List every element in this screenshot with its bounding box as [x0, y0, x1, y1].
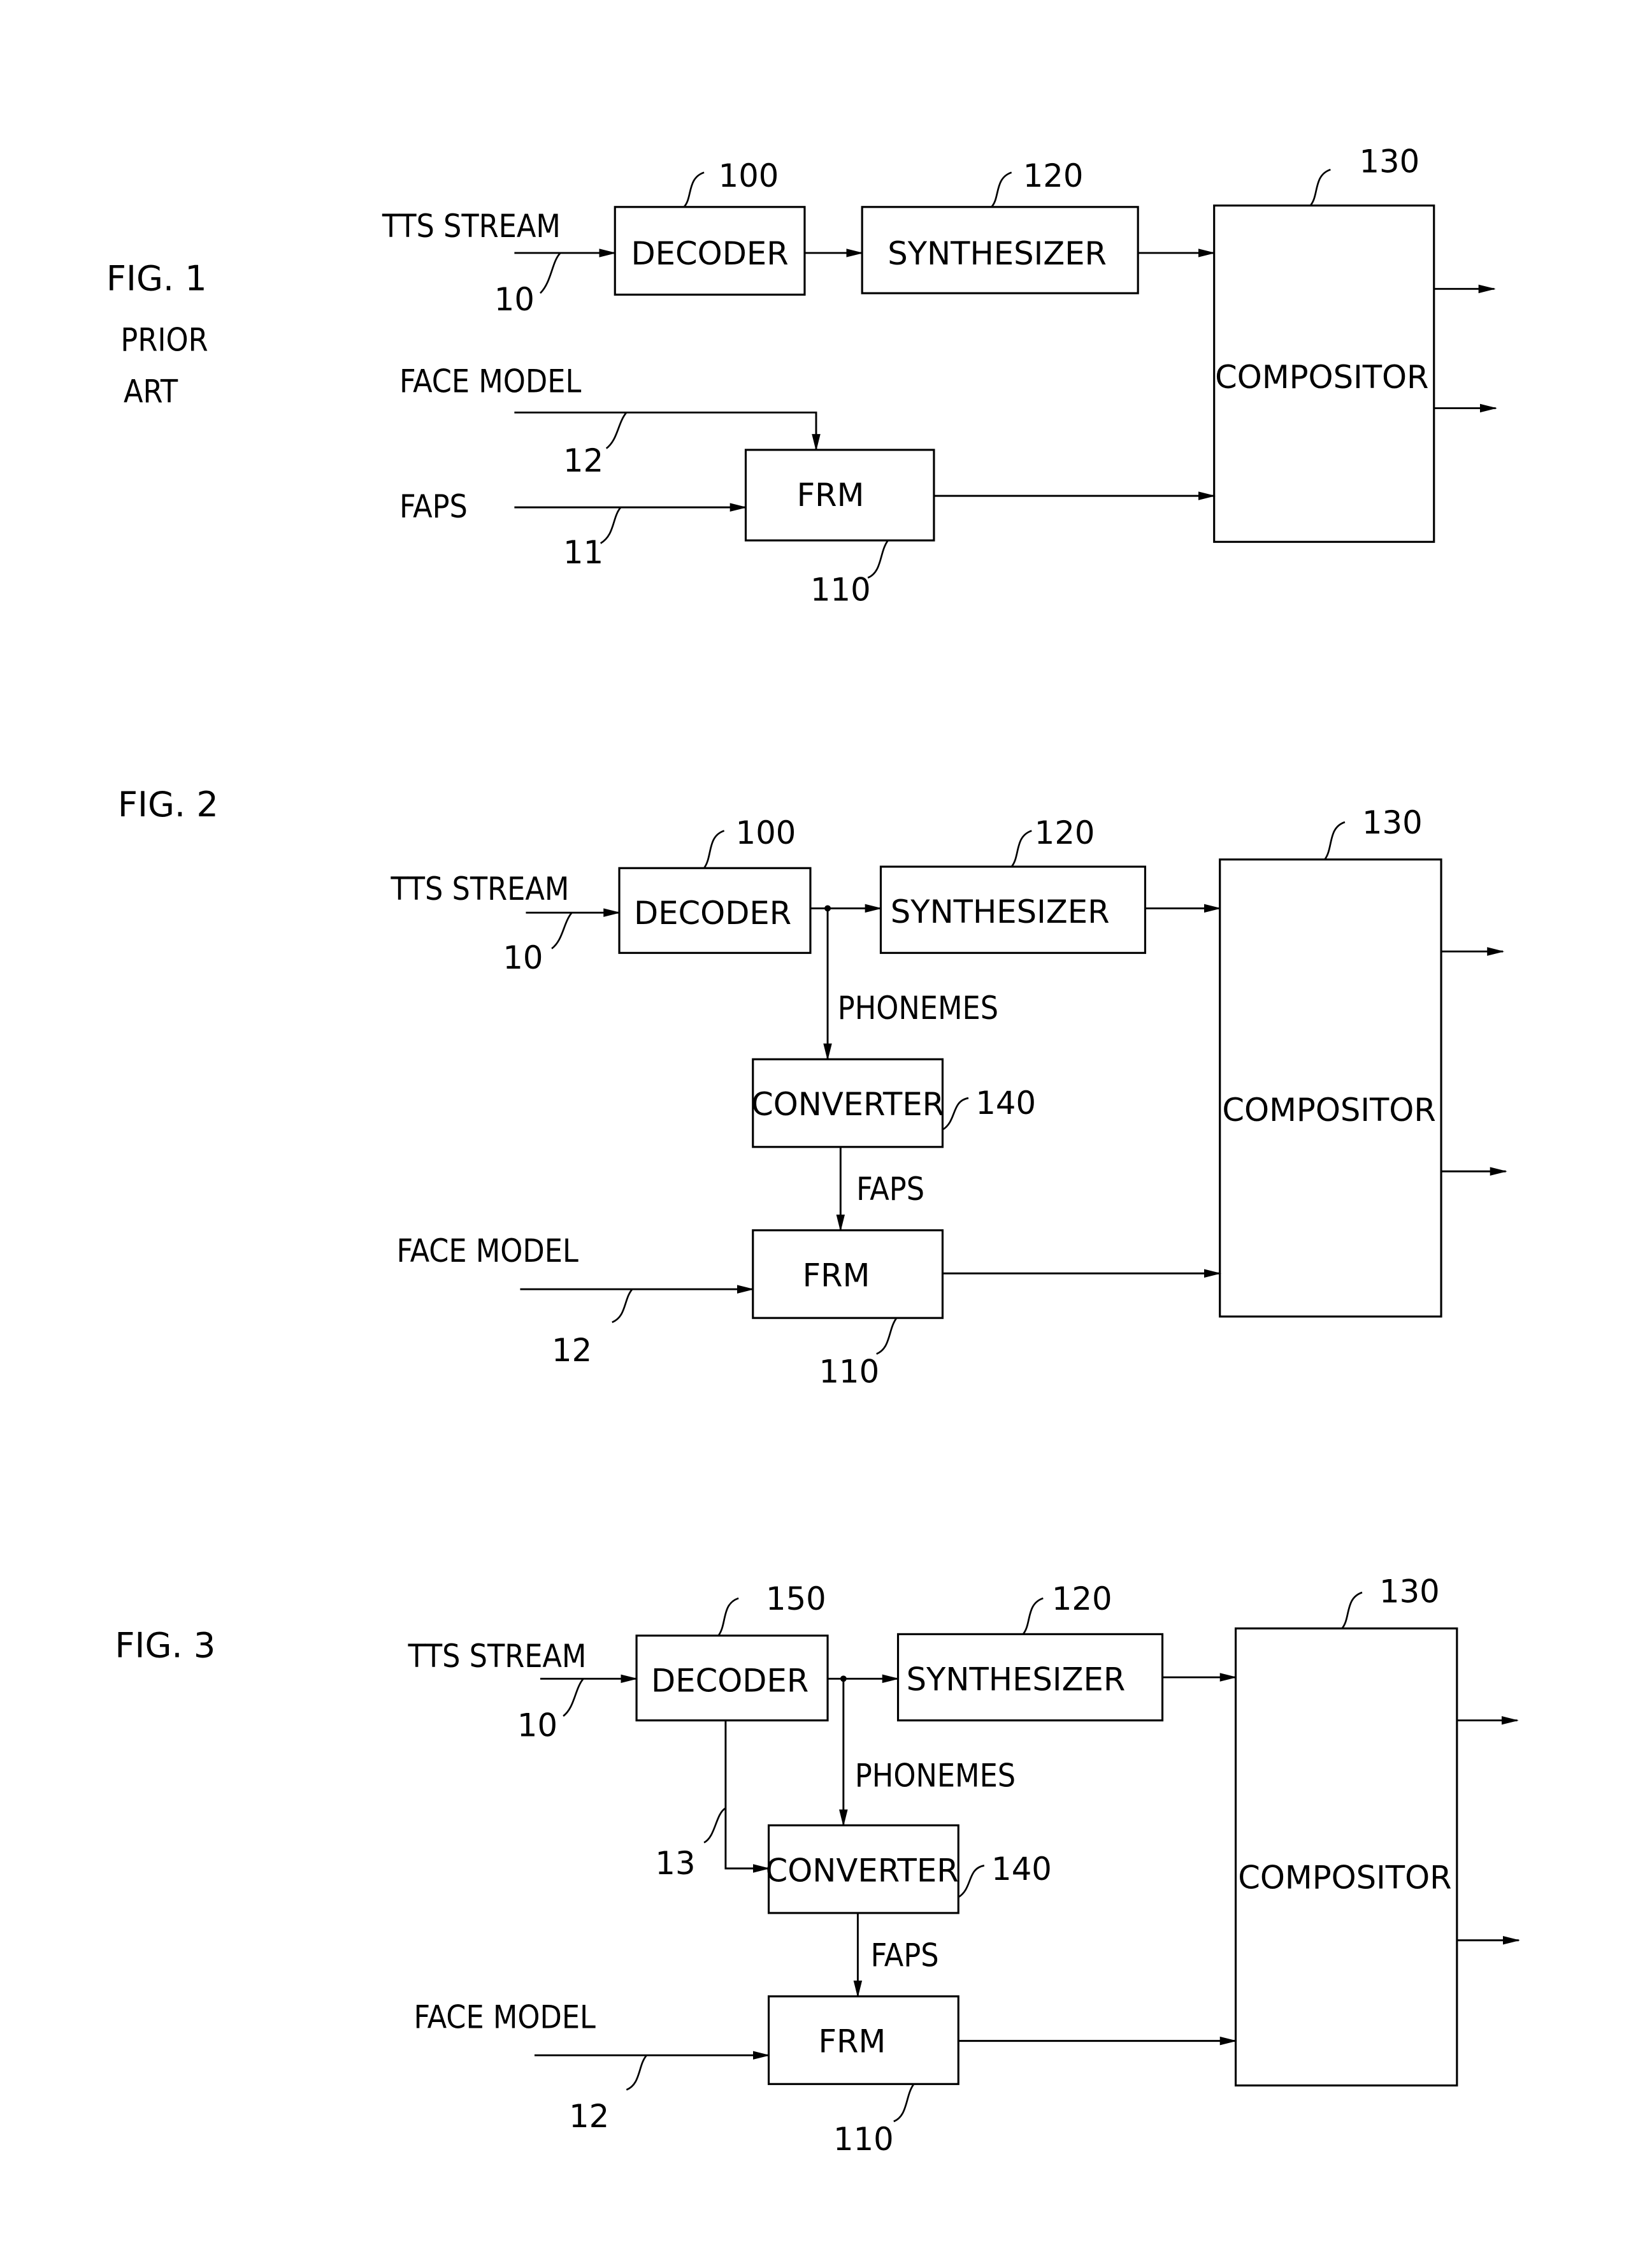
frm-label: FRM — [803, 1257, 870, 1294]
compositor-label: COMPOSITOR — [1238, 1860, 1451, 1896]
ref-frm: 110 — [810, 572, 871, 609]
ref-leader — [1022, 1597, 1044, 1635]
ref-synthesizer: 120 — [1035, 814, 1095, 851]
ref-leader — [958, 1865, 985, 1898]
ref-face-model: 12 — [563, 442, 603, 479]
faps-label: FAPS — [399, 488, 468, 525]
ref-compositor: 130 — [1359, 143, 1419, 180]
ref-leader — [539, 252, 561, 294]
phonemes-label: PHONEMES — [855, 1757, 1016, 1794]
synthesizer-label: SYNTHESIZER — [907, 1661, 1126, 1698]
ref-leader — [1341, 1591, 1363, 1629]
tts-stream-label: TTS STREAM — [382, 208, 561, 245]
frm-label: FRM — [818, 2023, 886, 2060]
figure-title: FIG. 2 — [118, 784, 219, 825]
ref-faps: 11 — [563, 534, 603, 571]
ref-face-model: 12 — [569, 2098, 609, 2135]
ref-decoder: 100 — [719, 157, 779, 194]
ref-leader — [717, 1597, 739, 1636]
faps-label: FAPS — [856, 1171, 924, 1208]
figure-3: FIG. 3 TTS STREAM 10 DECODER 150 PHONEME… — [115, 1573, 1521, 2158]
figure-1: FIG. 1 PRIOR ART TTS STREAM 10 DECODER 1… — [106, 143, 1497, 609]
figure-title: FIG. 3 — [115, 1625, 215, 1665]
decoder-label: DECODER — [651, 1663, 808, 1700]
ref-tts-stream: 10 — [517, 1707, 557, 1744]
ref-decoder: 100 — [736, 814, 796, 851]
ref-synthesizer: 120 — [1023, 157, 1084, 194]
face-model-label: FACE MODEL — [414, 1998, 596, 2035]
ref-leader — [600, 507, 622, 544]
ref-tts-stream: 10 — [494, 281, 535, 318]
ref-converter: 140 — [975, 1085, 1036, 1122]
ref-leader — [612, 1289, 633, 1324]
synthesizer-label: SYNTHESIZER — [887, 235, 1107, 272]
ref-decoder: 150 — [766, 1580, 826, 1617]
ref-leader — [605, 412, 628, 449]
face-model-label: FACE MODEL — [396, 1232, 578, 1269]
ref-frm: 110 — [833, 2121, 894, 2158]
frm-label: FRM — [797, 477, 865, 514]
faps-label: FAPS — [871, 1937, 939, 1974]
ref-tts-stream: 10 — [503, 939, 543, 976]
ref-leader — [626, 2055, 647, 2091]
ref-converter: 140 — [991, 1851, 1052, 1888]
prior-art-label-line1: PRIOR — [120, 321, 208, 358]
figure-2: FIG. 2 TTS STREAM 10 DECODER 100 PHONEME… — [118, 784, 1507, 1390]
converter-label: CONVERTER — [751, 1086, 944, 1123]
ref-leader — [867, 540, 889, 579]
ref-side-info: 13 — [655, 1845, 695, 1882]
prior-art-label-line2: ART — [124, 373, 178, 410]
synthesizer-label: SYNTHESIZER — [891, 893, 1110, 930]
ref-compositor: 130 — [1379, 1573, 1440, 1610]
patent-drawing-sheet: FIG. 1 PRIOR ART TTS STREAM 10 DECODER 1… — [106, 143, 1521, 2158]
compositor-label: COMPOSITOR — [1215, 359, 1428, 396]
compositor-label: COMPOSITOR — [1222, 1092, 1435, 1129]
side-info-arrow — [724, 1720, 770, 1873]
ref-synthesizer: 120 — [1052, 1580, 1112, 1617]
ref-leader — [942, 1097, 969, 1130]
tts-stream-label: TTS STREAM — [407, 1638, 586, 1675]
phonemes-label: PHONEMES — [838, 990, 998, 1027]
ref-leader — [1324, 821, 1346, 860]
decoder-label: DECODER — [631, 235, 788, 272]
compositor-block — [1234, 1627, 1458, 2087]
ref-compositor: 130 — [1362, 804, 1423, 841]
ref-leader — [703, 830, 725, 869]
ref-leader — [703, 1807, 726, 1844]
ref-leader — [551, 912, 573, 950]
ref-leader — [1010, 830, 1032, 867]
tts-stream-label: TTS STREAM — [390, 870, 569, 907]
ref-leader — [876, 1317, 898, 1355]
figure-title: FIG. 1 — [106, 259, 207, 299]
ref-leader — [1309, 168, 1331, 206]
ref-leader — [683, 171, 705, 208]
decoder-label: DECODER — [634, 895, 791, 932]
ref-leader — [893, 2083, 915, 2123]
ref-leader — [563, 1678, 584, 1717]
converter-label: CONVERTER — [766, 1852, 959, 1889]
face-model-arrow — [514, 411, 821, 452]
ref-frm: 110 — [819, 1354, 880, 1390]
face-model-label: FACE MODEL — [399, 363, 582, 400]
ref-face-model: 12 — [552, 1332, 592, 1369]
ref-leader — [991, 171, 1012, 208]
compositor-block — [1219, 858, 1442, 1318]
